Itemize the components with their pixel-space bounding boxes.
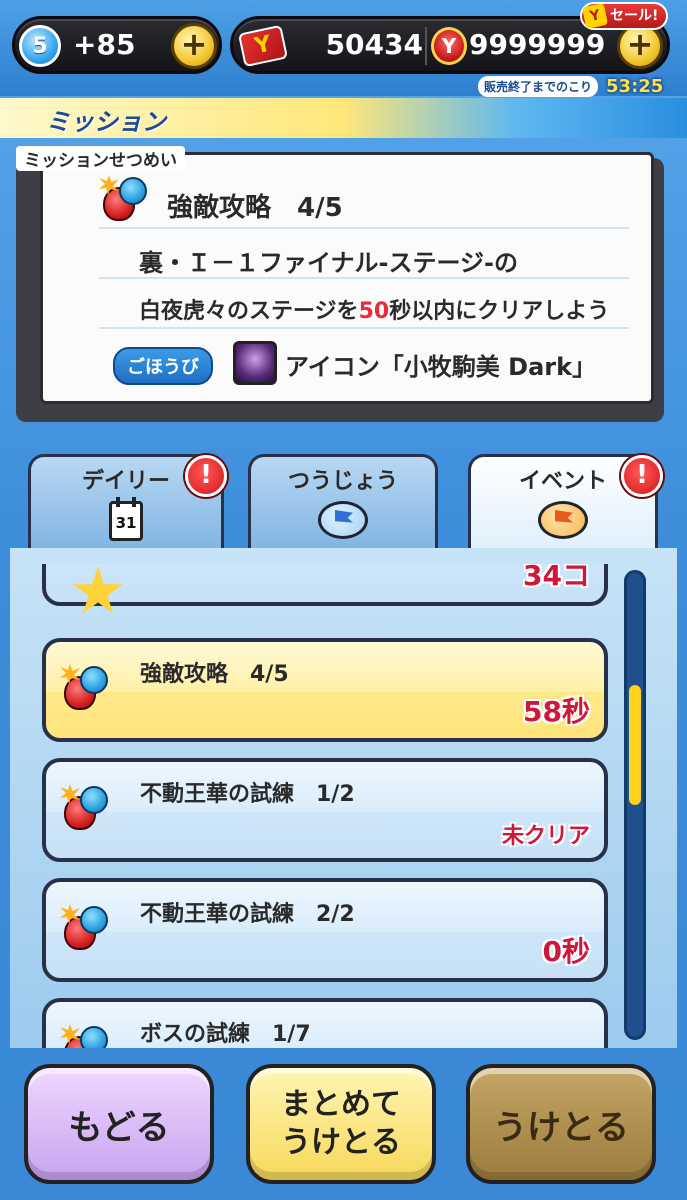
sale-timer-label: 販売終了までのこり [478, 76, 599, 97]
receive-all-button[interactable]: まとめて うけとる [246, 1064, 436, 1184]
mission-list[interactable]: 34コ 強敵攻略 4/5 58秒 不動王華の試練 1/2 未クリア 不動王華の試… [10, 564, 620, 1048]
mission-header: ミッション [0, 98, 687, 138]
mission-category-icon [60, 904, 110, 954]
mission-category-icon [60, 1024, 110, 1048]
divider [425, 27, 427, 65]
description-line-1: 裏・Ｉ－１ファイナル-ステージ-の [139, 249, 518, 277]
orange-flag-bubble-icon [538, 501, 588, 545]
ticket-value: 50434 [325, 28, 423, 61]
sale-timer-value: 53:25 [606, 76, 664, 97]
mission-row-value: 58秒 [523, 695, 590, 728]
mission-row[interactable]: ボスの試練 1/7 [42, 998, 608, 1048]
sale-label: セール! [610, 8, 659, 24]
mission-row-value: 0秒 [542, 935, 590, 968]
description-time-limit: 50 [358, 299, 390, 324]
divider [99, 227, 629, 229]
stamina-level-badge: 5 [19, 25, 61, 67]
mission-row[interactable]: 34コ [42, 564, 608, 614]
mission-row[interactable]: 不動王華の試練 2/2 0秒 [42, 878, 608, 982]
star-icon [73, 566, 123, 614]
divider [99, 327, 629, 329]
calendar-icon: 31 [101, 497, 151, 545]
receive-button-label: うけとる [493, 1107, 629, 1148]
mission-description-panel: 強敵攻略 4/5 裏・Ｉ－１ファイナル-ステージ-の 白夜虎々のステージを50秒… [16, 146, 664, 422]
reward-label: ごほうび [113, 347, 213, 385]
description-line-2-suffix: 秒以内にクリアしよう [389, 299, 610, 324]
mission-tabs: デイリー 31 ! つうじょう イベント ! [0, 446, 687, 558]
scrollbar-thumb[interactable] [629, 685, 641, 805]
blue-flag-bubble-icon [318, 501, 368, 545]
tab-label: つうじょう [287, 469, 398, 494]
add-stamina-button[interactable]: + [171, 23, 217, 69]
ticket-icon: Y [237, 24, 289, 68]
coin-icon: Y [431, 27, 467, 65]
receive-all-button-label: まとめて うけとる [281, 1087, 401, 1160]
sale-badge[interactable]: Y セール! [580, 2, 669, 30]
mission-row-title: 不動王華の試練 1/2 [140, 782, 355, 807]
mission-category-icon [60, 664, 110, 714]
mission-row-title: ボスの試練 1/7 [140, 1022, 311, 1047]
book-page: 強敵攻略 4/5 裏・Ｉ－１ファイナル-ステージ-の 白夜虎々のステージを50秒… [40, 152, 654, 404]
alert-icon: ! [185, 455, 227, 497]
alert-icon: ! [621, 455, 663, 497]
description-line-2: 白夜虎々のステージを50秒以内にクリアしよう [139, 293, 609, 325]
tab-normal[interactable]: つうじょう [248, 454, 438, 554]
mission-list-panel: 34コ 強敵攻略 4/5 58秒 不動王華の試練 1/2 未クリア 不動王華の試… [10, 548, 677, 1048]
mission-row-value: 34コ [523, 564, 590, 592]
description-caption: ミッションせつめい [16, 146, 185, 171]
receive-button[interactable]: うけとる [466, 1064, 656, 1184]
stamina-pill: 5 +85 + [12, 16, 222, 74]
tab-event[interactable]: イベント ! [468, 454, 663, 558]
mission-row-title: 強敵攻略 4/5 [140, 662, 289, 687]
back-button[interactable]: もどる [24, 1064, 214, 1184]
mission-row[interactable]: 不動王華の試練 1/2 未クリア [42, 758, 608, 862]
mission-row[interactable]: 強敵攻略 4/5 58秒 [42, 638, 608, 742]
reward-avatar-icon [233, 341, 277, 385]
mission-row-value: 未クリア [501, 824, 590, 849]
stamina-value: +85 [73, 28, 136, 61]
reward-text: アイコン「小牧駒美 Dark」 [285, 353, 597, 381]
page-title: ミッション [46, 108, 166, 136]
sale-ticket-icon: Y [581, 2, 609, 30]
mission-category-icon [60, 784, 110, 834]
description-line-2-prefix: 白夜虎々のステージを [139, 299, 359, 324]
coin-value: 9999999 [469, 28, 606, 61]
status-bar: 5 +85 + Y 50434 Y 9999999 + Y セール! 販売終了ま… [0, 0, 687, 97]
bottom-action-bar: もどる まとめて うけとる うけとる [0, 1048, 687, 1200]
mission-row-title: 不動王華の試練 2/2 [140, 902, 355, 927]
back-button-label: もどる [68, 1107, 170, 1148]
scrollbar[interactable] [624, 570, 646, 1040]
tab-daily[interactable]: デイリー 31 ! [28, 454, 227, 554]
sale-timer: 販売終了までのこり 53:25 [478, 76, 663, 97]
mission-category-icon [99, 175, 149, 225]
description-mission-title: 強敵攻略 4/5 [167, 193, 343, 223]
